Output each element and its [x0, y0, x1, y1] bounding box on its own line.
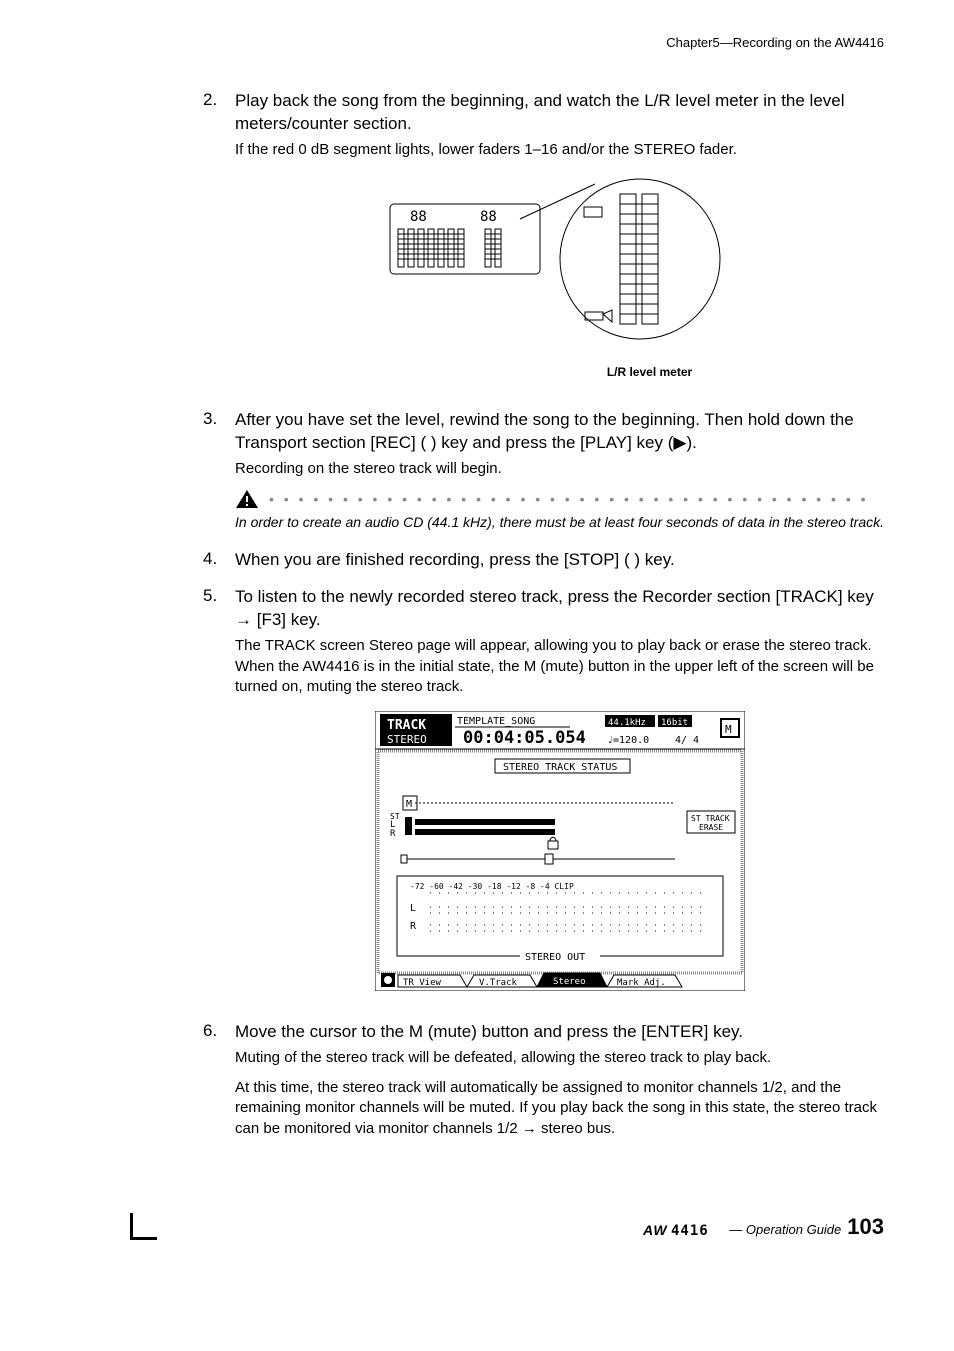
warning-block: • • • • • • • • • • • • • • • • • • • • … [235, 489, 884, 531]
level-meter-diagram-icon: 88 88 [380, 174, 740, 354]
screen-sig: 4/ 4 [675, 735, 699, 746]
st-r-label: R [390, 829, 396, 839]
tab-trview: TR View [403, 978, 442, 988]
step-number: 3. [203, 409, 217, 429]
svg-text:88: 88 [410, 209, 427, 225]
screen-template: TEMPLATE_SONG [457, 716, 535, 727]
page-footer: AW4416 — Operation Guide 103 [643, 1214, 884, 1240]
step-4: 4. When you are finished recording, pres… [235, 549, 884, 572]
dotted-rule: • • • • • • • • • • • • • • • • • • • • … [269, 491, 884, 507]
footer-guide: — Operation Guide [729, 1222, 841, 1237]
step-3: 3. After you have set the level, rewind … [235, 409, 884, 531]
step-number: 6. [203, 1021, 217, 1041]
step-body: If the red 0 dB segment lights, lower fa… [235, 140, 884, 160]
screen-timecode: 00:04:05.054 [463, 728, 586, 748]
svg-text:88: 88 [480, 209, 497, 225]
screen-bits: 16bit [661, 718, 688, 728]
meter-r-label: R [410, 921, 417, 932]
step-heading: Move the cursor to the M (mute) button a… [235, 1021, 884, 1044]
step-body: Muting of the stereo track will be defea… [235, 1048, 884, 1068]
svg-text:ERASE: ERASE [699, 823, 723, 832]
screen-status-label: STEREO TRACK STATUS [503, 762, 617, 773]
tab-vtrack: V.Track [479, 978, 518, 988]
step-heading: Play back the song from the beginning, a… [235, 90, 884, 136]
step-body: The TRACK screen Stereo page will appear… [235, 636, 884, 697]
track-screen-figure: TRACK STEREO TEMPLATE_SONG 00:04:05.054 … [375, 711, 745, 991]
tab-stereo: Stereo [553, 977, 586, 987]
screen-title: TRACK [387, 718, 426, 733]
step-body: At this time, the stereo track will auto… [235, 1078, 884, 1139]
chapter-header: Chapter5—Recording on the AW4416 [130, 35, 884, 50]
svg-text:ST TRACK: ST TRACK [691, 814, 730, 823]
step-number: 2. [203, 90, 217, 110]
step-heading: When you are finished recording, press t… [235, 549, 884, 572]
screen-rate: 44.1kHz [608, 718, 646, 728]
step-number: 4. [203, 549, 217, 569]
step-heading: After you have set the level, rewind the… [235, 409, 884, 455]
footer-page-number: 103 [847, 1214, 884, 1240]
mute-button: M [406, 799, 412, 810]
step-heading: To listen to the newly recorded stereo t… [235, 586, 884, 632]
footer-logo: AW4416 [643, 1221, 723, 1238]
screen-tempo: ♩=120.0 [607, 735, 649, 746]
level-meter-figure: 88 88 [235, 174, 884, 379]
svg-text:M: M [725, 723, 732, 736]
stereo-out-label: STEREO OUT [525, 952, 585, 963]
screen-subtitle: STEREO [387, 733, 427, 746]
step-2: 2. Play back the song from the beginning… [235, 90, 884, 160]
figure-caption: L/R level meter [415, 365, 884, 379]
step-number: 5. [203, 586, 217, 606]
warning-text: In order to create an audio CD (44.1 kHz… [235, 513, 884, 531]
step-6: 6. Move the cursor to the M (mute) butto… [235, 1021, 884, 1139]
warning-icon [235, 489, 259, 509]
step-body: Recording on the stereo track will begin… [235, 459, 884, 479]
svg-text:4416: 4416 [671, 1223, 709, 1238]
svg-text:-72 -60 -42 -30 -18: -72 -60 -42 -30 -18 -12 -8 -4 CLIP [410, 882, 574, 891]
step-5: 5. To listen to the newly recorded stere… [235, 586, 884, 697]
tab-markadj: Mark Adj. [617, 978, 666, 988]
page-corner-decoration [130, 1213, 157, 1240]
meter-l-label: L [410, 903, 416, 914]
svg-text:AW: AW [643, 1222, 668, 1238]
